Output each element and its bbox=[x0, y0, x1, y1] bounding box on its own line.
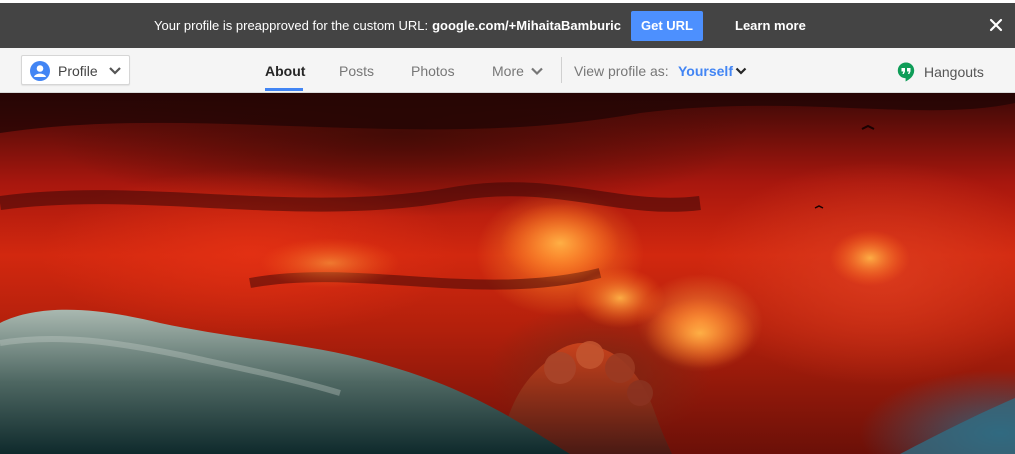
tab-posts[interactable]: Posts bbox=[339, 63, 374, 79]
custom-url: google.com/+MihaitaBamburic bbox=[432, 18, 622, 33]
chevron-down-icon[interactable] bbox=[735, 67, 747, 76]
get-url-button[interactable]: Get URL bbox=[631, 11, 703, 41]
view-profile-as-label: View profile as: bbox=[574, 63, 669, 79]
close-icon[interactable] bbox=[988, 17, 1004, 33]
chevron-down-icon bbox=[109, 67, 121, 75]
profile-switcher-button[interactable]: Profile bbox=[21, 55, 130, 85]
profile-label: Profile bbox=[58, 63, 98, 79]
tab-more[interactable]: More bbox=[492, 63, 524, 79]
notification-text: Your profile is preapproved for the cust… bbox=[154, 18, 429, 33]
view-profile-as-dropdown[interactable]: Yourself bbox=[678, 63, 733, 79]
notification-message: Your profile is preapproved for the cust… bbox=[154, 18, 621, 33]
profile-nav-bar: Profile About Posts Photos More View pro… bbox=[0, 48, 1015, 93]
cover-photo[interactable] bbox=[0, 93, 1015, 454]
nav-divider bbox=[561, 57, 562, 83]
hangouts-button[interactable]: Hangouts bbox=[895, 60, 995, 84]
chevron-down-icon[interactable] bbox=[531, 67, 543, 76]
tab-about[interactable]: About bbox=[265, 63, 305, 79]
notification-bar: Your profile is preapproved for the cust… bbox=[0, 3, 1015, 48]
learn-more-link[interactable]: Learn more bbox=[735, 18, 806, 33]
hangouts-icon bbox=[897, 62, 915, 82]
active-tab-indicator bbox=[265, 88, 303, 91]
hangouts-label: Hangouts bbox=[924, 64, 984, 80]
cover-photo-image bbox=[0, 93, 1015, 454]
avatar-icon bbox=[30, 61, 50, 81]
tab-photos[interactable]: Photos bbox=[411, 63, 455, 79]
